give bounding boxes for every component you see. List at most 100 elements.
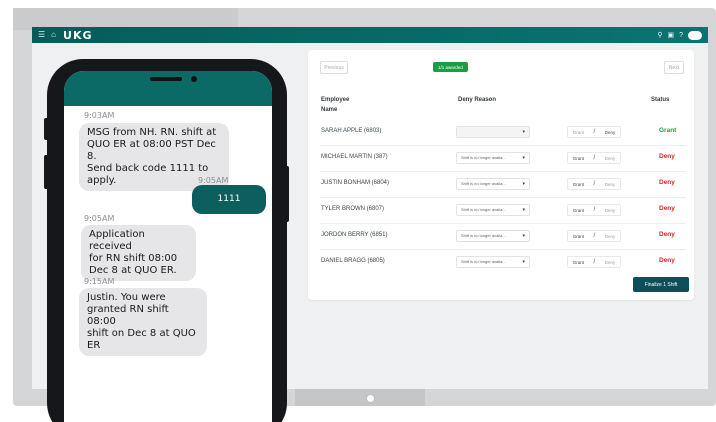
- help-icon[interactable]: ?: [679, 32, 683, 39]
- deny-option[interactable]: Deny: [605, 260, 616, 265]
- separator: /: [593, 181, 596, 187]
- chevron-down-icon: ▾: [522, 233, 525, 239]
- deny-reason-value: Shift is no longer availa...: [461, 259, 506, 264]
- deny-option[interactable]: Deny: [605, 182, 616, 187]
- grant-option[interactable]: Grant: [573, 234, 584, 239]
- deny-reason-value: Shift is no longer availa...: [461, 181, 506, 186]
- deny-reason-select[interactable]: Shift is no longer availa... ▾: [456, 178, 530, 190]
- phone-side-button: [44, 118, 49, 140]
- employee-name: MICHAEL MARTIN (387): [321, 154, 388, 160]
- grant-deny-toggle: Grant / Deny: [567, 204, 621, 216]
- menu-icon[interactable]: ☰: [38, 27, 45, 43]
- table-row: JORDON BERRY (6851) Shift is no longer a…: [320, 224, 686, 250]
- message-line: MSG from NH. RN. shift at: [87, 127, 217, 138]
- monitor-stand: [295, 388, 425, 406]
- deny-reason-select[interactable]: ▾: [456, 126, 530, 138]
- grant-deny-toggle: Grant / Deny: [567, 230, 621, 242]
- grant-deny-toggle: Grant / Deny: [567, 152, 621, 164]
- chevron-down-icon: ▾: [522, 129, 525, 135]
- app-header: ☰ ⌂ UKG ⚲ ▣ ?: [32, 27, 708, 43]
- deny-reason-select[interactable]: Shift is no longer availa... ▾: [456, 204, 530, 216]
- message-timestamp: 9:05AM: [198, 176, 229, 185]
- shift-award-card: Previous 1/1 awarded Next Employee Name …: [308, 50, 694, 300]
- webcam-icon: [366, 394, 375, 403]
- chevron-down-icon: ▾: [522, 181, 525, 187]
- message-line: for RN shift 08:00: [89, 253, 178, 264]
- grant-deny-toggle: Grant / Deny: [567, 178, 621, 190]
- table-row: JUSTIN BONHAM (6804) Shift is no longer …: [320, 172, 686, 198]
- employee-header-line1: Employee: [321, 97, 350, 103]
- front-camera-icon: [191, 76, 197, 82]
- grant-option[interactable]: Grant: [573, 208, 584, 213]
- chat-bubble-icon[interactable]: [688, 30, 702, 40]
- header-actions: ⚲ ▣ ?: [657, 27, 702, 43]
- deny-reason-select[interactable]: Shift is no longer availa... ▾: [456, 230, 530, 242]
- table-row: SARAH APPLE (6803) ▾ Grant / Deny Grant: [320, 120, 686, 146]
- chevron-down-icon: ▾: [522, 259, 525, 265]
- grant-deny-toggle: Grant / Deny: [567, 256, 621, 268]
- message-line: QUO ER at 08:00 PST Dec 8.: [87, 139, 216, 162]
- deny-reason-select[interactable]: Shift is no longer availa... ▾: [456, 152, 530, 164]
- stage: ☰ ⌂ UKG ⚲ ▣ ? Previous 1/1 awarded Next …: [0, 0, 716, 422]
- separator: /: [593, 233, 596, 239]
- message-line: Application received: [89, 229, 145, 252]
- status-value: Grant: [659, 127, 677, 134]
- table-row: MICHAEL MARTIN (387) Shift is no longer …: [320, 146, 686, 172]
- deny-option[interactable]: Deny: [605, 208, 616, 213]
- calendar-icon[interactable]: ▣: [667, 31, 674, 39]
- message-line: shift on Dec 8 at QUO ER: [87, 328, 196, 351]
- employee-name: JUSTIN BONHAM (6804): [321, 180, 390, 186]
- awarded-badge: 1/1 awarded: [433, 62, 468, 72]
- message-line: 1111: [217, 194, 241, 204]
- message-line: granted RN shift 08:00: [87, 304, 169, 327]
- employee-name: JORDON BERRY (6851): [321, 232, 388, 238]
- table-row: TYLER BROWN (6807) Shift is no longer av…: [320, 198, 686, 224]
- deny-option[interactable]: Deny: [605, 234, 616, 239]
- finalize-shift-button[interactable]: Finalize 1 Shift: [633, 277, 689, 292]
- deny-reason-value: Shift is no longer availa...: [461, 233, 506, 238]
- employee-name: TYLER BROWN (6807): [321, 206, 385, 212]
- deny-option[interactable]: Deny: [605, 156, 616, 161]
- separator: /: [593, 259, 596, 265]
- previous-button[interactable]: Previous: [320, 61, 348, 74]
- separator: /: [593, 155, 596, 161]
- message-line: Dec 8 at QUO ER.: [89, 265, 177, 276]
- search-icon[interactable]: ⚲: [657, 31, 662, 39]
- status-value: Deny: [659, 231, 675, 238]
- status-value: Deny: [659, 179, 675, 186]
- employee-name: SARAH APPLE (6803): [321, 128, 382, 134]
- phone-screen: 9:03AM MSG from NH. RN. shift at QUO ER …: [64, 71, 272, 422]
- employee-name-header: Employee Name: [321, 95, 349, 115]
- employee-header-line2: Name: [321, 107, 338, 113]
- outgoing-message: 1111: [192, 185, 266, 214]
- home-icon[interactable]: ⌂: [51, 27, 56, 43]
- message-line: Justin. You were: [87, 292, 166, 303]
- grant-option[interactable]: Grant: [573, 156, 584, 161]
- separator: /: [593, 207, 596, 213]
- status-value: Deny: [659, 205, 675, 212]
- speaker-icon: [150, 77, 182, 81]
- grant-option[interactable]: Grant: [573, 260, 584, 265]
- chevron-down-icon: ▾: [522, 155, 525, 161]
- message-timestamp: 9:03AM: [84, 111, 115, 120]
- phone-header-bar: [64, 71, 272, 106]
- brand-logo: UKG: [63, 28, 93, 42]
- message-timestamp: 9:15AM: [84, 277, 115, 286]
- employee-name: DANIEL BRAGG (6805): [321, 258, 385, 264]
- deny-option[interactable]: Deny: [605, 130, 616, 135]
- grant-option[interactable]: Grant: [573, 182, 584, 187]
- status-value: Deny: [659, 257, 675, 264]
- incoming-message: Justin. You were granted RN shift 08:00 …: [79, 288, 207, 356]
- separator: /: [593, 129, 596, 135]
- deny-reason-value: Shift is no longer availa...: [461, 155, 506, 160]
- status-header: Status: [651, 97, 670, 103]
- grant-option[interactable]: Grant: [573, 130, 584, 135]
- deny-reason-select[interactable]: Shift is no longer availa... ▾: [456, 256, 530, 268]
- chevron-down-icon: ▾: [522, 207, 525, 213]
- incoming-message: Application received for RN shift 08:00 …: [81, 225, 196, 281]
- table-row: DANIEL BRAGG (6805) Shift is no longer a…: [320, 250, 686, 276]
- deny-reason-header: Deny Reason: [458, 97, 497, 103]
- next-button[interactable]: Next: [664, 61, 684, 74]
- message-timestamp: 9:05AM: [84, 214, 115, 223]
- phone-side-button: [44, 155, 49, 189]
